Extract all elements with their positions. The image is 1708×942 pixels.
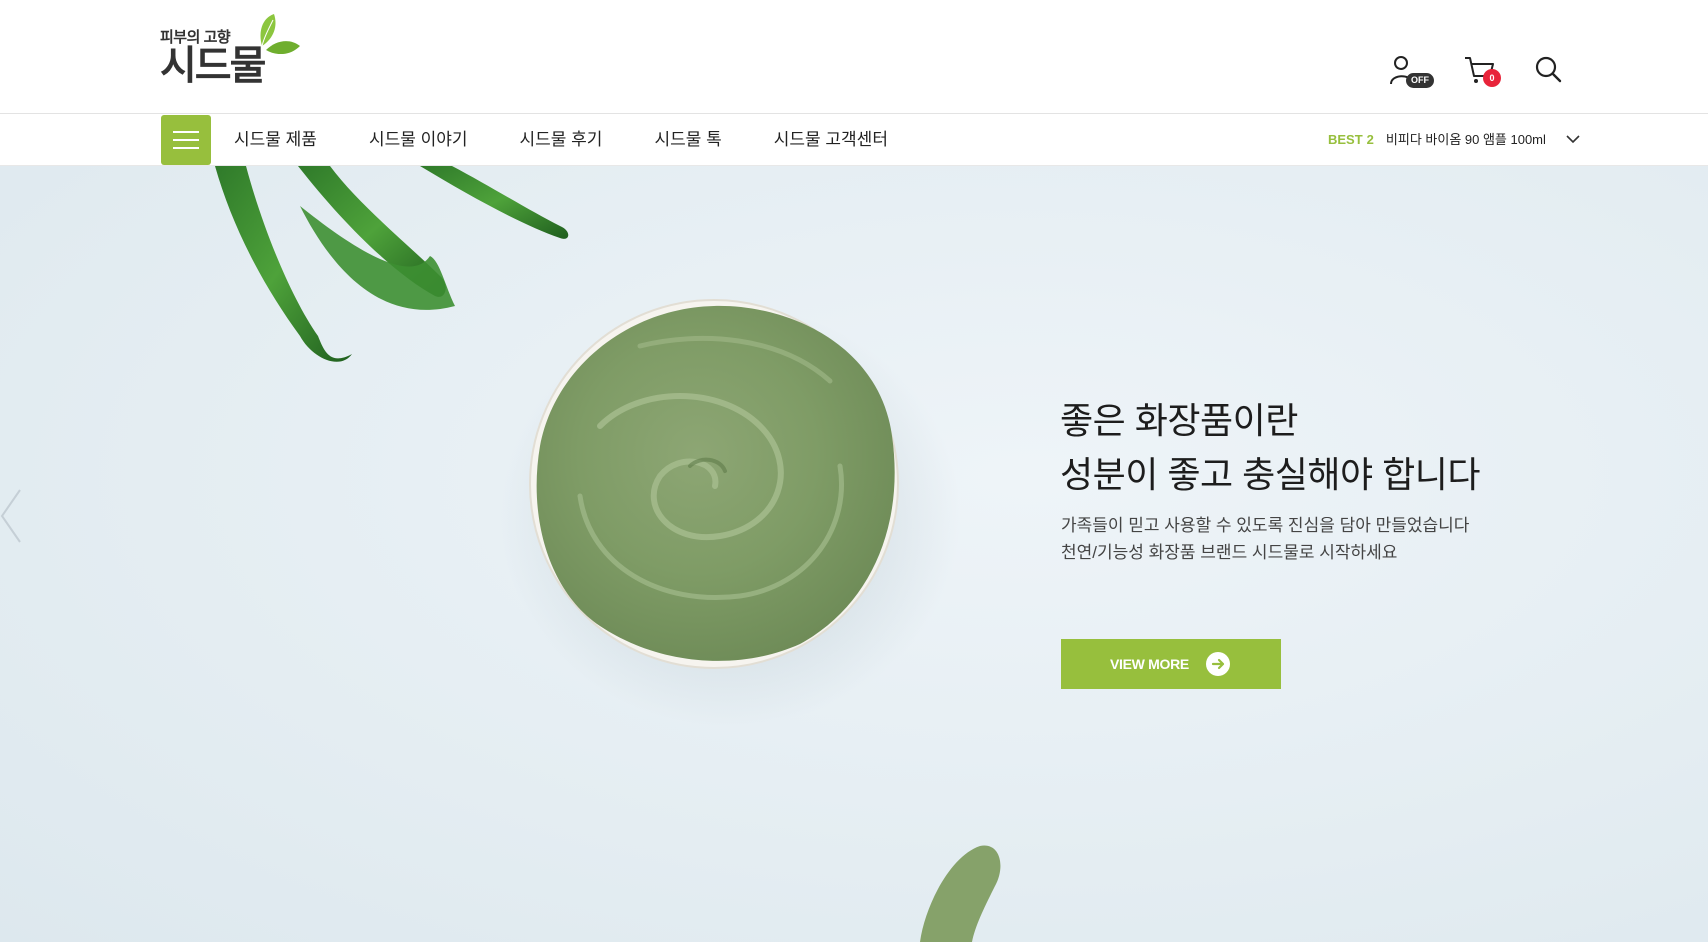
best-label: BEST <box>1328 132 1363 147</box>
hero-description: 가족들이 믿고 사용할 수 있도록 진심을 담아 만들었습니다 천연/기능성 화… <box>1061 512 1469 566</box>
view-more-button[interactable]: VIEW MORE <box>1061 639 1281 689</box>
hero-desc-line: 천연/기능성 화장품 브랜드 시드물로 시작하세요 <box>1061 543 1398 562</box>
view-more-label: VIEW MORE <box>1110 656 1189 672</box>
hamburger-bar <box>173 139 199 141</box>
best-rank: 2 <box>1366 132 1374 147</box>
header-utility-icons: OFF 0 <box>1308 54 1708 94</box>
hero-desc-line: 가족들이 믿고 사용할 수 있도록 진심을 담아 만들었습니다 <box>1061 516 1470 535</box>
cream-blob <box>920 845 1001 942</box>
leaf-logo-icon <box>260 14 300 54</box>
login-status-badge: OFF <box>1406 73 1434 88</box>
main-nav: 시드물 제품 시드물 이야기 시드물 후기 시드물 톡 시드물 고객센터 BES… <box>0 114 1708 166</box>
hamburger-menu-button[interactable] <box>161 115 211 165</box>
best-product-name: 비피다 바이옴 90 앰플 100ml <box>1385 132 1546 147</box>
nav-item-talk[interactable]: 시드물 톡 <box>654 114 721 166</box>
leaf <box>420 166 569 239</box>
search-button[interactable] <box>1533 54 1573 94</box>
logo-brand: 시드물 <box>160 44 266 88</box>
site-header: 피부의 고향 시드물 OFF 0 <box>0 0 1708 114</box>
cart-button[interactable]: 0 <box>1463 54 1503 94</box>
hamburger-bar <box>173 147 199 149</box>
nav-item-products[interactable]: 시드물 제품 <box>234 114 317 166</box>
prev-slide-arrow-icon[interactable] <box>0 486 24 546</box>
cart-count-badge: 0 <box>1483 69 1501 87</box>
nav-item-story[interactable]: 시드물 이야기 <box>369 114 468 166</box>
search-icon <box>1535 56 1562 83</box>
login-button[interactable]: OFF <box>1388 54 1434 94</box>
hero-title-line: 좋은 화장품이란 <box>1060 400 1298 441</box>
arrow-right-icon <box>1206 652 1230 676</box>
hero-title: 좋은 화장품이란 성분이 좋고 충실해야 합니다 <box>1060 394 1480 502</box>
nav-item-support[interactable]: 시드물 고객센터 <box>774 114 888 166</box>
hero-title-line: 성분이 좋고 충실해야 합니다 <box>1060 454 1480 495</box>
chevron-down-icon[interactable] <box>1566 134 1580 144</box>
best-product-ticker[interactable]: BEST 2 비피다 바이옴 90 앰플 100ml <box>1328 114 1546 166</box>
hamburger-bar <box>173 131 199 133</box>
site-logo[interactable]: 피부의 고향 시드물 <box>160 12 310 92</box>
hero-banner: 좋은 화장품이란 성분이 좋고 충실해야 합니다 가족들이 믿고 사용할 수 있… <box>0 166 1708 942</box>
nav-item-reviews[interactable]: 시드물 후기 <box>520 114 603 166</box>
nav-menu: 시드물 제품 시드물 이야기 시드물 후기 시드물 톡 시드물 고객센터 <box>234 114 940 166</box>
